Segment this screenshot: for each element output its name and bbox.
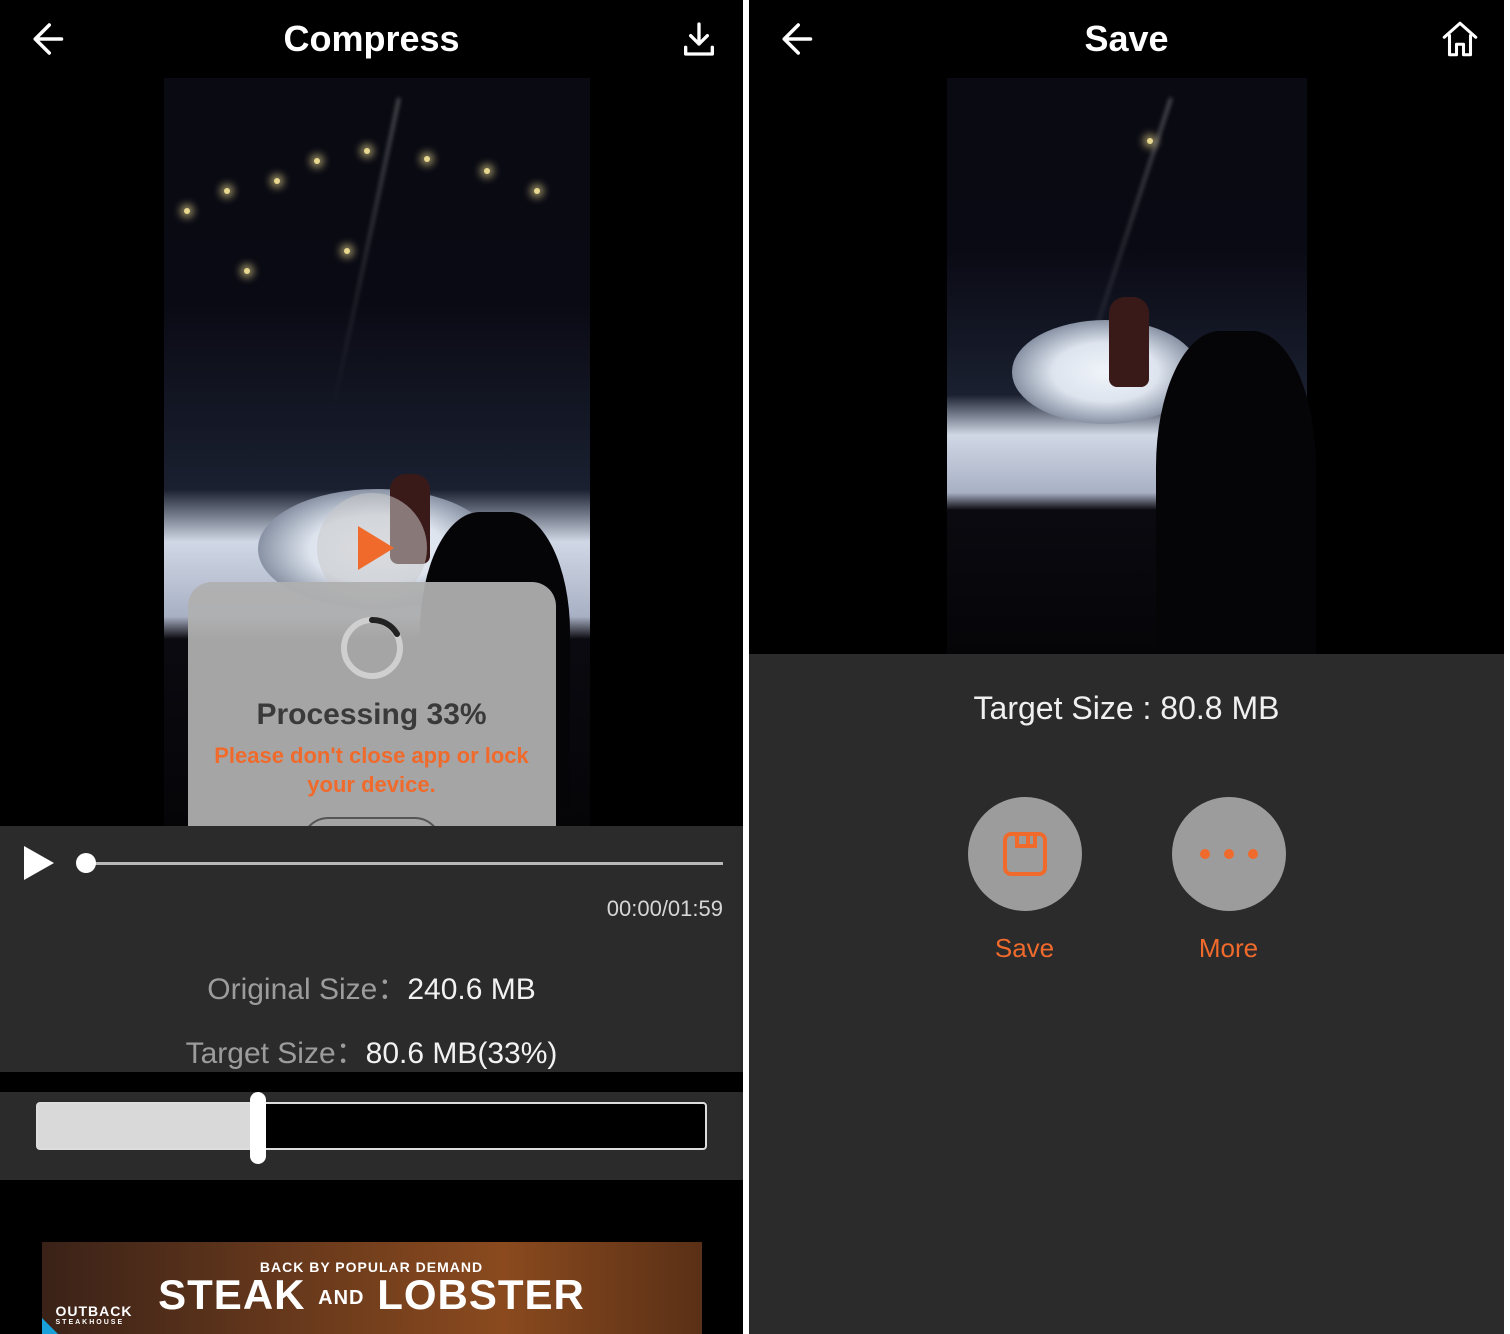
seek-bar: 00:00/01:59	[0, 826, 743, 936]
download-icon[interactable]	[675, 15, 723, 63]
more-button[interactable]: More	[1172, 797, 1286, 964]
floppy-icon	[997, 826, 1053, 882]
save-button[interactable]: Save	[968, 797, 1082, 964]
processing-modal: Processing 33% Please don't close app or…	[188, 582, 556, 826]
save-label: Save	[995, 933, 1054, 964]
size-slider-knob[interactable]	[250, 1092, 266, 1164]
video-preview: Processing 33% Please don't close app or…	[0, 78, 743, 826]
size-slider-wrap	[0, 1092, 743, 1180]
processing-status: Processing 33%	[256, 698, 486, 732]
more-icon	[1200, 849, 1258, 859]
size-slider[interactable]	[36, 1102, 707, 1150]
compress-screen: Compress	[0, 0, 749, 1334]
video-preview	[749, 78, 1504, 654]
home-icon[interactable]	[1436, 15, 1484, 63]
target-size: Target Size : 80.8 MB	[749, 690, 1504, 727]
original-size-value: 240.6 MB	[407, 973, 535, 1006]
page-title: Save	[817, 18, 1436, 60]
header: Save	[749, 0, 1504, 78]
play-icon[interactable]	[20, 844, 58, 882]
original-size-label: Original Size：	[207, 973, 407, 1006]
save-screen: Save Target Size : 80.8 MB	[749, 0, 1504, 1334]
cancel-button[interactable]: Cancel	[301, 817, 442, 826]
more-label: More	[1199, 933, 1258, 964]
ad-logo: OUTBACKSTEAKHOUSE	[56, 1303, 133, 1326]
save-body: Target Size : 80.8 MB Save More	[749, 654, 1504, 1334]
timecode: 00:00/01:59	[20, 896, 723, 922]
ad-text: BACK BY POPULAR DEMAND STEAK AND LOBSTER	[158, 1260, 585, 1316]
target-size-value: 80.6 MB(33%)	[366, 1037, 558, 1070]
spinner-icon	[336, 612, 408, 684]
size-info: Original Size：240.6 MB Target Size：80.6 …	[0, 936, 743, 1072]
page-title: Compress	[68, 18, 675, 60]
seek-thumb[interactable]	[76, 853, 96, 873]
back-icon[interactable]	[769, 15, 817, 63]
back-icon[interactable]	[20, 15, 68, 63]
ad-banner[interactable]: OUTBACKSTEAKHOUSE BACK BY POPULAR DEMAND…	[42, 1242, 702, 1334]
header: Compress	[0, 0, 743, 78]
processing-warning: Please don't close app or lock your devi…	[208, 742, 536, 799]
target-size-label: Target Size：	[186, 1037, 366, 1070]
video-thumbnail	[947, 78, 1307, 654]
seek-track[interactable]	[80, 862, 723, 865]
size-slider-fill	[38, 1104, 258, 1148]
